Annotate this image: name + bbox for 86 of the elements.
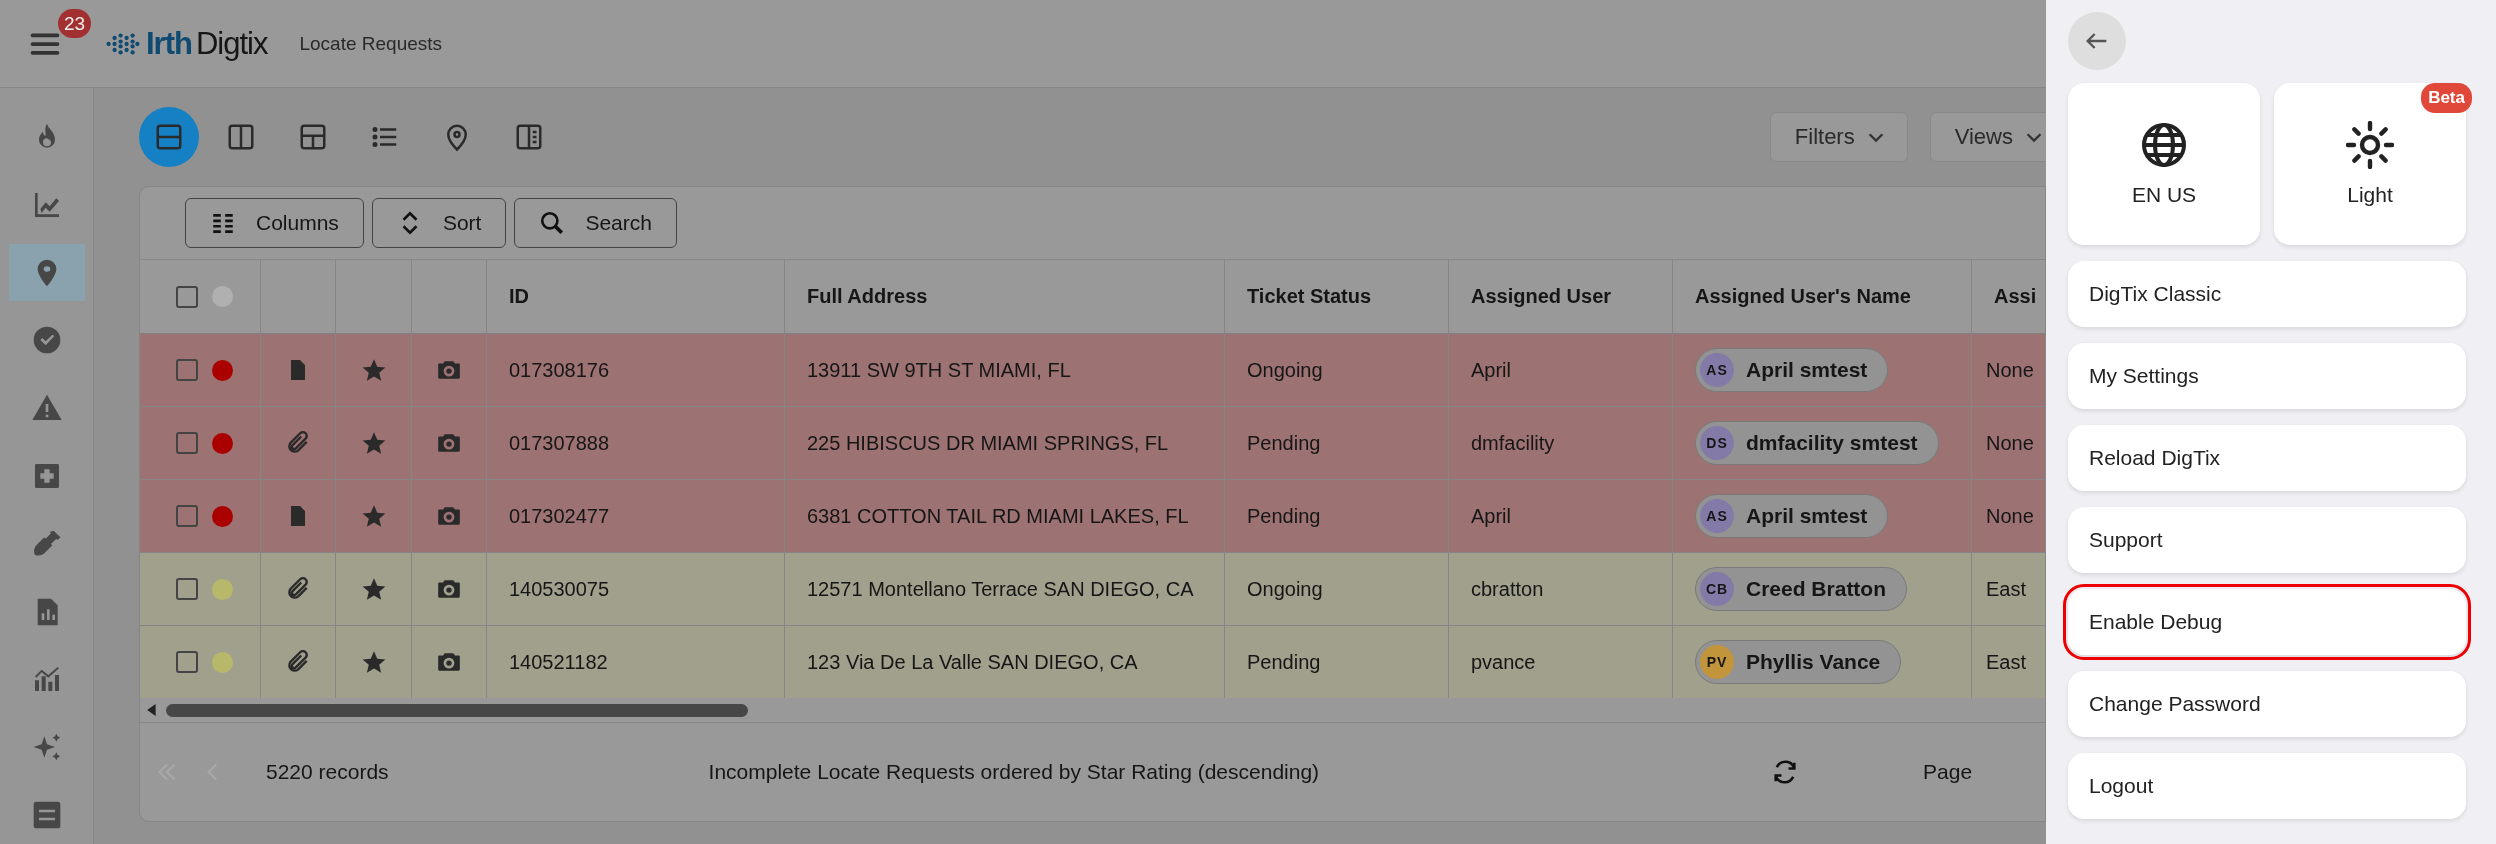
- star-icon[interactable]: [360, 649, 387, 675]
- table-cell: 017307888: [487, 407, 785, 479]
- table-cell-text: None: [1985, 357, 2035, 383]
- star-icon[interactable]: [360, 576, 387, 602]
- split-rows-icon: [154, 122, 184, 152]
- columns-button[interactable]: Columns: [185, 198, 364, 248]
- star-icon[interactable]: [360, 357, 387, 383]
- view-mode-button[interactable]: [139, 107, 199, 167]
- menu-item[interactable]: DigTix Classic: [2068, 261, 2466, 327]
- logo-text: Irth: [146, 25, 192, 62]
- user-avatar: CB: [1700, 572, 1734, 606]
- table-cell: April: [1449, 334, 1673, 406]
- split-columns-icon: [226, 122, 256, 152]
- menu-item[interactable]: Logout: [2068, 753, 2466, 819]
- table-cell: 225 HIBISCUS DR MIAMI SPRINGS, FL: [785, 407, 1225, 479]
- table-cell: 140521182: [487, 626, 785, 698]
- logo-icon: [104, 31, 142, 56]
- table-cell-text: None: [1985, 503, 2035, 529]
- user-chip[interactable]: DS dmfacility smtest: [1695, 421, 1939, 465]
- paperclip-icon[interactable]: [285, 649, 311, 675]
- star-icon[interactable]: [360, 430, 387, 456]
- side-panel-icon: [514, 122, 544, 152]
- table-cell: 123 Via De La Valle SAN DIEGO, CA: [785, 626, 1225, 698]
- table-cell: Pending: [1225, 626, 1449, 698]
- table-cell: Ongoing: [1225, 553, 1449, 625]
- column-header[interactable]: Full Address: [785, 260, 1225, 333]
- table-cell-text: East: [1985, 649, 2028, 675]
- row-checkbox[interactable]: [176, 651, 198, 673]
- menu-item[interactable]: Reload DigTix: [2068, 425, 2466, 491]
- user-avatar: DS: [1700, 426, 1734, 460]
- sort-button[interactable]: Sort: [371, 198, 507, 248]
- globe-icon: [2140, 121, 2188, 169]
- table-cell-text: East: [1985, 576, 2028, 602]
- table-cell: 017302477: [487, 480, 785, 552]
- language-tile[interactable]: EN US: [2068, 83, 2260, 245]
- row-checkbox[interactable]: [176, 505, 198, 527]
- table-cell: Pending: [1225, 407, 1449, 479]
- beta-badge: Beta: [2421, 83, 2472, 113]
- user-chip[interactable]: AS April smtest: [1695, 494, 1889, 538]
- table-cell: Ongoing: [1225, 334, 1449, 406]
- sun-icon: [2346, 121, 2394, 169]
- scroll-left-icon[interactable]: [146, 703, 158, 717]
- table-cell: 140530075: [487, 553, 785, 625]
- table-cell: 12571 Montellano Terrace SAN DIEGO, CA: [785, 553, 1225, 625]
- notification-badge: 23: [58, 8, 92, 38]
- logo-text: Digtix: [195, 25, 268, 62]
- select-all-checkbox[interactable]: [176, 285, 198, 308]
- record-count: 5220 records: [266, 760, 389, 784]
- user-avatar: AS: [1700, 353, 1734, 387]
- table-cell: 13911 SW 9TH ST MIAMI, FL: [785, 334, 1225, 406]
- table-cell: Pending: [1225, 480, 1449, 552]
- views-dropdown[interactable]: Views: [1929, 112, 2046, 162]
- row-checkbox[interactable]: [176, 359, 198, 381]
- table-cell: pvance: [1449, 626, 1673, 698]
- column-header[interactable]: Assigned User's Name: [1673, 260, 1972, 333]
- page-label: Page: [1923, 760, 1973, 784]
- menu-item[interactable]: My Settings: [2068, 343, 2466, 409]
- table-cell-text: None: [1985, 430, 2035, 456]
- table-cell: dmfacility: [1449, 407, 1673, 479]
- table-cell: April: [1449, 480, 1673, 552]
- user-chip[interactable]: CB Creed Bratton: [1695, 567, 1908, 611]
- star-icon[interactable]: [360, 503, 387, 529]
- paperclip-icon[interactable]: [285, 430, 311, 456]
- row-checkbox[interactable]: [176, 578, 198, 600]
- menu-item[interactable]: Change Password: [2068, 671, 2466, 737]
- sidebar-button[interactable]: [8, 243, 85, 302]
- column-header[interactable]: ID: [487, 260, 785, 333]
- search-icon: [539, 210, 566, 236]
- table-description: Incomplete Locate Requests ordered by Star Rating (descending): [708, 760, 1320, 784]
- page-title: Locate Requests: [299, 32, 443, 55]
- menu-item[interactable]: Support: [2068, 507, 2466, 573]
- table-cell: 017308176: [487, 334, 785, 406]
- paperclip-icon[interactable]: [285, 576, 311, 602]
- search-button[interactable]: Search: [514, 198, 677, 248]
- column-header[interactable]: Assigned User: [1449, 260, 1673, 333]
- user-avatar: PV: [1700, 645, 1734, 679]
- layout-icon: [298, 122, 328, 152]
- scrollbar-thumb[interactable]: [166, 703, 748, 717]
- table-cell: cbratton: [1449, 553, 1673, 625]
- column-header[interactable]: Ticket Status: [1225, 260, 1449, 333]
- filters-dropdown[interactable]: Filters: [1769, 112, 1908, 162]
- table-cell: 6381 COTTON TAIL RD MIAMI LAKES, FL: [785, 480, 1225, 552]
- user-avatar: AS: [1700, 499, 1734, 533]
- row-checkbox[interactable]: [176, 432, 198, 454]
- user-chip[interactable]: PV Phyllis Vance: [1695, 640, 1902, 684]
- user-chip[interactable]: AS April smtest: [1695, 348, 1889, 392]
